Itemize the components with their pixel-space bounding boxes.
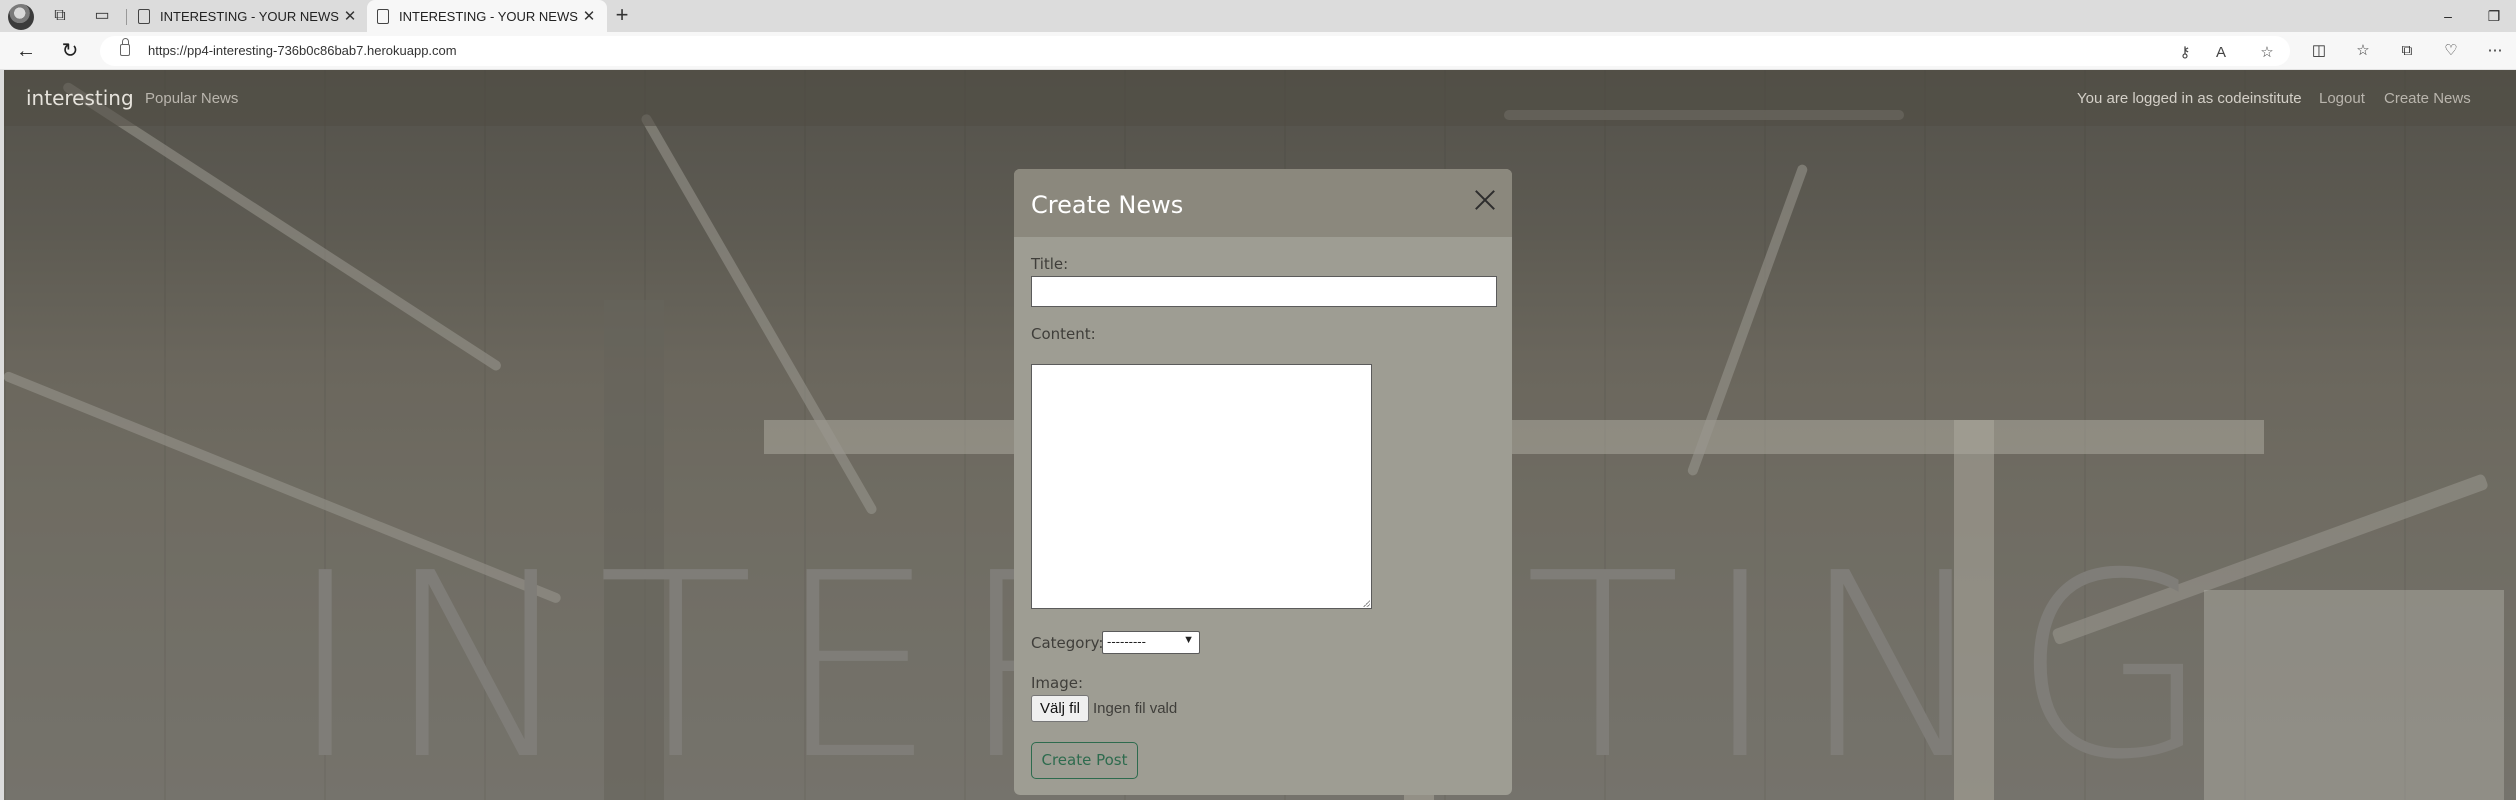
nav-logout[interactable]: Logout xyxy=(2319,90,2365,107)
category-select[interactable]: --------- ▼ xyxy=(1102,631,1200,654)
favorite-star-icon[interactable]: ☆ xyxy=(2256,42,2278,64)
nav-create-news[interactable]: Create News xyxy=(2384,90,2471,107)
read-aloud-icon[interactable]: A xyxy=(2210,42,2232,64)
url-text: https://pp4-interesting-736b0c86bab7.her… xyxy=(148,43,457,58)
file-status: Ingen fil vald xyxy=(1093,700,1178,717)
close-icon[interactable] xyxy=(1472,187,1498,213)
tab-divider xyxy=(126,9,127,25)
new-tab-button[interactable]: + xyxy=(610,4,634,28)
category-label: Category: xyxy=(1031,634,1104,652)
nav-popular-news[interactable]: Popular News xyxy=(145,90,238,107)
content-textarea[interactable] xyxy=(1031,364,1372,609)
more-icon[interactable]: ⋯ xyxy=(2484,40,2506,62)
profile-avatar[interactable] xyxy=(8,4,34,30)
chevron-down-icon: ▼ xyxy=(1183,634,1194,646)
create-post-button[interactable]: Create Post xyxy=(1031,742,1138,779)
tab-strip: ⧉ ▭ INTERESTING - YOUR NEWS FIX ✕ INTERE… xyxy=(0,0,2516,32)
lock-icon[interactable] xyxy=(120,38,130,56)
tab-title: INTERESTING - YOUR NEWS FIX xyxy=(399,8,581,24)
tab-title: INTERESTING - YOUR NEWS FIX xyxy=(160,8,342,24)
content-label: Content: xyxy=(1031,325,1096,343)
site-brand[interactable]: interesting xyxy=(26,86,134,110)
workspaces-icon[interactable]: ⧉ xyxy=(50,6,70,26)
restore-button[interactable]: ❐ xyxy=(2474,4,2514,28)
browser-tab-2[interactable]: INTERESTING - YOUR NEWS FIX ✕ xyxy=(367,0,607,32)
split-screen-icon[interactable]: ◫ xyxy=(2308,40,2330,62)
title-label: Title: xyxy=(1031,255,1069,273)
tab-actions-icon[interactable]: ▭ xyxy=(92,6,112,26)
browser-tab-1[interactable]: INTERESTING - YOUR NEWS FIX ✕ xyxy=(128,0,368,32)
browser-essentials-icon[interactable]: ♡ xyxy=(2440,40,2462,62)
collections-icon[interactable]: ⧉ xyxy=(2396,40,2418,62)
refresh-icon[interactable]: ↻ xyxy=(58,39,82,63)
address-bar[interactable]: https://pp4-interesting-736b0c86bab7.her… xyxy=(100,36,2290,66)
browser-toolbar: ← ↻ https://pp4-interesting-736b0c86bab7… xyxy=(0,32,2516,70)
page-icon xyxy=(138,8,150,24)
favorites-icon[interactable]: ☆ xyxy=(2352,40,2374,62)
password-key-icon[interactable]: ⚷ xyxy=(2174,42,2196,64)
choose-file-button[interactable]: Välj fil xyxy=(1031,695,1089,722)
page-icon xyxy=(377,8,389,24)
close-tab-icon[interactable]: ✕ xyxy=(342,7,358,25)
create-news-modal: Create News Title: Content: Category: --… xyxy=(1014,169,1512,795)
back-icon[interactable]: ← xyxy=(14,39,38,63)
title-input[interactable] xyxy=(1031,276,1497,307)
modal-header: Create News xyxy=(1014,169,1512,237)
login-status: You are logged in as codeinstitute xyxy=(2077,90,2302,107)
modal-title: Create News xyxy=(1031,191,1184,219)
image-label: Image: xyxy=(1031,674,1084,692)
site-navbar: interesting Popular News You are logged … xyxy=(4,70,2516,126)
page-viewport: interesting Popular News You are logged … xyxy=(4,70,2516,800)
category-selected-value: --------- xyxy=(1107,634,1146,649)
minimize-button[interactable]: – xyxy=(2428,4,2468,28)
close-tab-icon[interactable]: ✕ xyxy=(581,7,597,25)
